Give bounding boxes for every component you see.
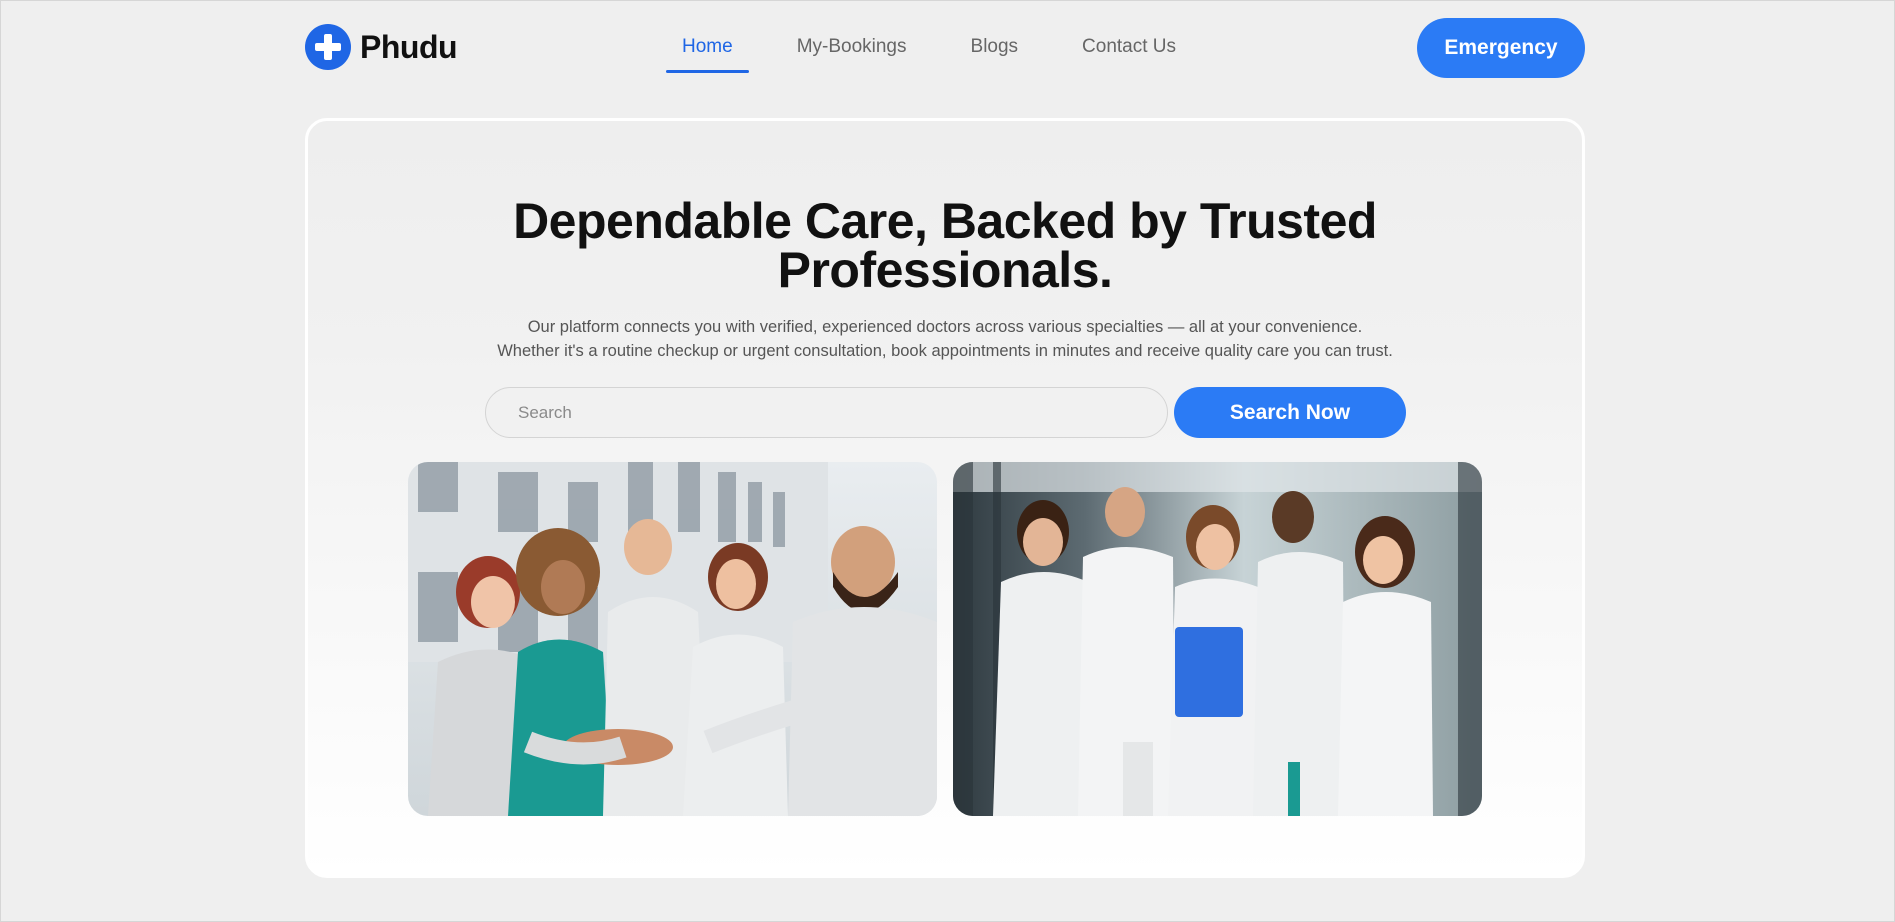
nav-link-my-bookings[interactable]: My-Bookings (781, 18, 923, 73)
search-bar: Search Now (485, 387, 1406, 438)
hero-banner: Dependable Care, Backed by Trusted Profe… (305, 118, 1585, 878)
brand-name: Phudu (360, 28, 458, 65)
hero-photo-team-hands (408, 462, 937, 816)
nav-link-contact-us[interactable]: Contact Us (1066, 18, 1192, 73)
hero-photo-doctors-group (953, 462, 1482, 816)
hero-title: Dependable Care, Backed by Trusted Profe… (308, 193, 1582, 298)
emergency-button[interactable]: Emergency (1417, 18, 1585, 78)
navbar: Phudu Home My-Bookings Blogs Contact Us … (305, 18, 1585, 78)
hero-title-line-1: Dependable Care, Backed by Trusted (513, 193, 1377, 249)
hero-subtitle-line-2: Whether it's a routine checkup or urgent… (497, 342, 1393, 360)
hero-subtitle: Our platform connects you with verified,… (308, 315, 1582, 363)
hero-subtitle-line-1: Our platform connects you with verified,… (527, 318, 1363, 336)
main-nav: Home My-Bookings Blogs Contact Us (666, 18, 1224, 73)
doctors-hands-together-image (408, 462, 937, 816)
search-input[interactable] (485, 387, 1168, 438)
nav-link-blogs[interactable]: Blogs (955, 18, 1035, 73)
doctors-group-image (953, 462, 1482, 816)
nav-link-home[interactable]: Home (666, 18, 749, 73)
medical-cross-icon (305, 24, 351, 70)
brand-logo[interactable]: Phudu (305, 24, 458, 70)
search-now-button[interactable]: Search Now (1174, 387, 1406, 438)
hero-title-line-2: Professionals. (777, 242, 1113, 298)
